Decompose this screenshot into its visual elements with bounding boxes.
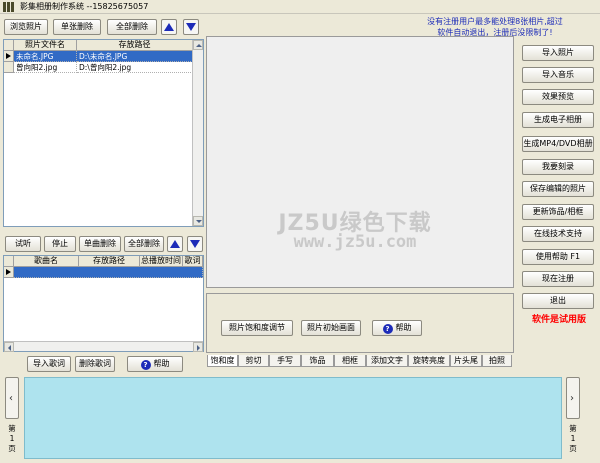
preview-effect-button[interactable]: 效果预览 (522, 89, 594, 105)
app-icon (3, 2, 14, 12)
browse-photos-button[interactable]: 浏览照片 (4, 19, 48, 35)
scroll-left-arrow[interactable] (4, 342, 14, 352)
update-ornaments-button[interactable]: 更新饰品/相框 (522, 204, 594, 220)
music-table[interactable]: 歌曲名 存放路径 总播放时间 歌词 (3, 255, 204, 352)
tab-rotate-brightness[interactable]: 旋转亮度 (408, 355, 450, 367)
row-indicator (4, 267, 14, 278)
chevron-left-icon: ‹ (9, 393, 13, 404)
row-indicator-header (4, 40, 14, 51)
row-indicator (4, 62, 14, 73)
watermark-url: www.jz5u.com (293, 232, 417, 252)
delete-one-song-button[interactable]: 单曲删除 (79, 236, 121, 252)
saturation-button[interactable]: 照片饱和度调节 (221, 320, 293, 336)
page-suffix: 页 (569, 444, 577, 453)
save-edited-photos-button[interactable]: 保存编辑的照片 (522, 181, 594, 197)
current-row-icon (6, 53, 11, 59)
column-header-filename[interactable]: 照片文件名 (14, 40, 77, 51)
tab-ornaments[interactable]: 饰品 (301, 355, 334, 367)
photo-table-scrollbar[interactable] (192, 40, 203, 226)
import-lyrics-button[interactable]: 导入歌词 (27, 356, 71, 372)
window-title: 影集相册制作系统 --15825675057 (20, 2, 149, 11)
notice-line-1: 没有注册用户最多能处理8张相片,超过 (427, 17, 563, 26)
page-number: 1 (570, 434, 576, 443)
page-label-left: 第 1 页 (5, 424, 19, 454)
import-photos-button[interactable]: 导入照片 (522, 45, 594, 61)
page-number: 1 (9, 434, 15, 443)
title-bar: 影集相册制作系统 --15825675057 (0, 0, 600, 14)
delete-one-photo-button[interactable]: 单张删除 (53, 19, 101, 35)
next-page-button[interactable]: › (566, 377, 580, 419)
song-move-up-button[interactable] (167, 236, 183, 252)
scroll-down-arrow[interactable] (193, 216, 203, 226)
listen-button[interactable]: 试听 (5, 236, 41, 252)
song-move-down-button[interactable] (187, 236, 203, 252)
tab-crop[interactable]: 剪切 (238, 355, 269, 367)
delete-all-photos-button[interactable]: 全部删除 (107, 19, 157, 35)
photo-table[interactable]: 照片文件名 存放路径 未命名.JPG D:\未命名.JPG 曾向阳2.jpg D… (3, 39, 204, 227)
thumbnail-strip[interactable] (24, 377, 562, 459)
scroll-up-arrow[interactable] (193, 40, 203, 50)
row-indicator (4, 51, 14, 62)
table-row[interactable]: 曾向阳2.jpg (14, 62, 77, 73)
row-indicator-header (4, 256, 14, 267)
column-header-lyrics[interactable]: 歌词 (183, 256, 203, 267)
chevron-right-icon: › (570, 393, 574, 404)
import-music-button[interactable]: 导入音乐 (522, 67, 594, 83)
arrow-up-icon (164, 23, 174, 31)
table-row[interactable] (14, 267, 203, 278)
delete-lyrics-button[interactable]: 删除歌词 (75, 356, 115, 372)
help-label: 帮助 (395, 323, 412, 332)
column-header-song[interactable]: 歌曲名 (14, 256, 79, 267)
move-up-button[interactable] (161, 19, 177, 35)
burn-button[interactable]: 我要刻录 (522, 159, 594, 175)
tab-photo[interactable]: 拍照 (482, 355, 512, 367)
arrow-up-icon (170, 240, 180, 248)
page-suffix: 页 (8, 444, 16, 453)
initial-view-button[interactable]: 照片初始画面 (301, 320, 361, 336)
help-icon: ? (140, 360, 151, 370)
make-dvd-button[interactable]: 生成MP4/DVD相册 (522, 136, 594, 152)
help-f1-button[interactable]: 使用帮助 F1 (522, 249, 594, 265)
online-support-button[interactable]: 在线技术支持 (522, 226, 594, 242)
column-header-duration[interactable]: 总播放时间 (140, 256, 183, 267)
registration-notice: 没有注册用户最多能处理8张相片,超过 软件自动退出，注册后没限制了! (400, 16, 590, 38)
register-button[interactable]: 现在注册 (522, 271, 594, 287)
column-header-path[interactable]: 存放路径 (79, 256, 140, 267)
music-table-hscrollbar[interactable] (4, 341, 203, 352)
table-cell-path[interactable]: D:\曾向阳2.jpg (77, 62, 193, 73)
page-prefix: 第 (8, 424, 16, 433)
page-prefix: 第 (569, 424, 577, 433)
help-label: 帮助 (153, 359, 170, 368)
arrow-down-icon (190, 240, 200, 248)
arrow-down-icon (186, 23, 196, 31)
tool-help-button[interactable]: ? 帮助 (372, 320, 422, 336)
make-album-button[interactable]: 生成电子相册 (522, 112, 594, 128)
help-icon: ? (382, 324, 393, 334)
stop-button[interactable]: 停止 (44, 236, 76, 252)
delete-all-songs-button[interactable]: 全部删除 (124, 236, 164, 252)
trial-version-label: 软件是试用版 (531, 315, 586, 325)
move-down-button[interactable] (183, 19, 199, 35)
tab-add-text[interactable]: 添加文字 (366, 355, 408, 367)
table-cell-path[interactable]: D:\未命名.JPG (77, 51, 193, 62)
tab-frame[interactable]: 相框 (334, 355, 366, 367)
tab-handwriting[interactable]: 手写 (269, 355, 301, 367)
column-header-path[interactable]: 存放路径 (77, 40, 193, 51)
current-row-icon (6, 269, 11, 275)
scroll-right-arrow[interactable] (193, 342, 203, 352)
lyrics-help-button[interactable]: ? 帮助 (127, 356, 183, 372)
exit-button[interactable]: 退出 (522, 293, 594, 309)
tab-intro-outro[interactable]: 片头尾 (450, 355, 482, 367)
page-label-right: 第 1 页 (566, 424, 580, 454)
tab-saturation[interactable]: 饱和度 (207, 355, 238, 367)
prev-page-button[interactable]: ‹ (5, 377, 19, 419)
table-row[interactable]: 未命名.JPG (14, 51, 77, 62)
